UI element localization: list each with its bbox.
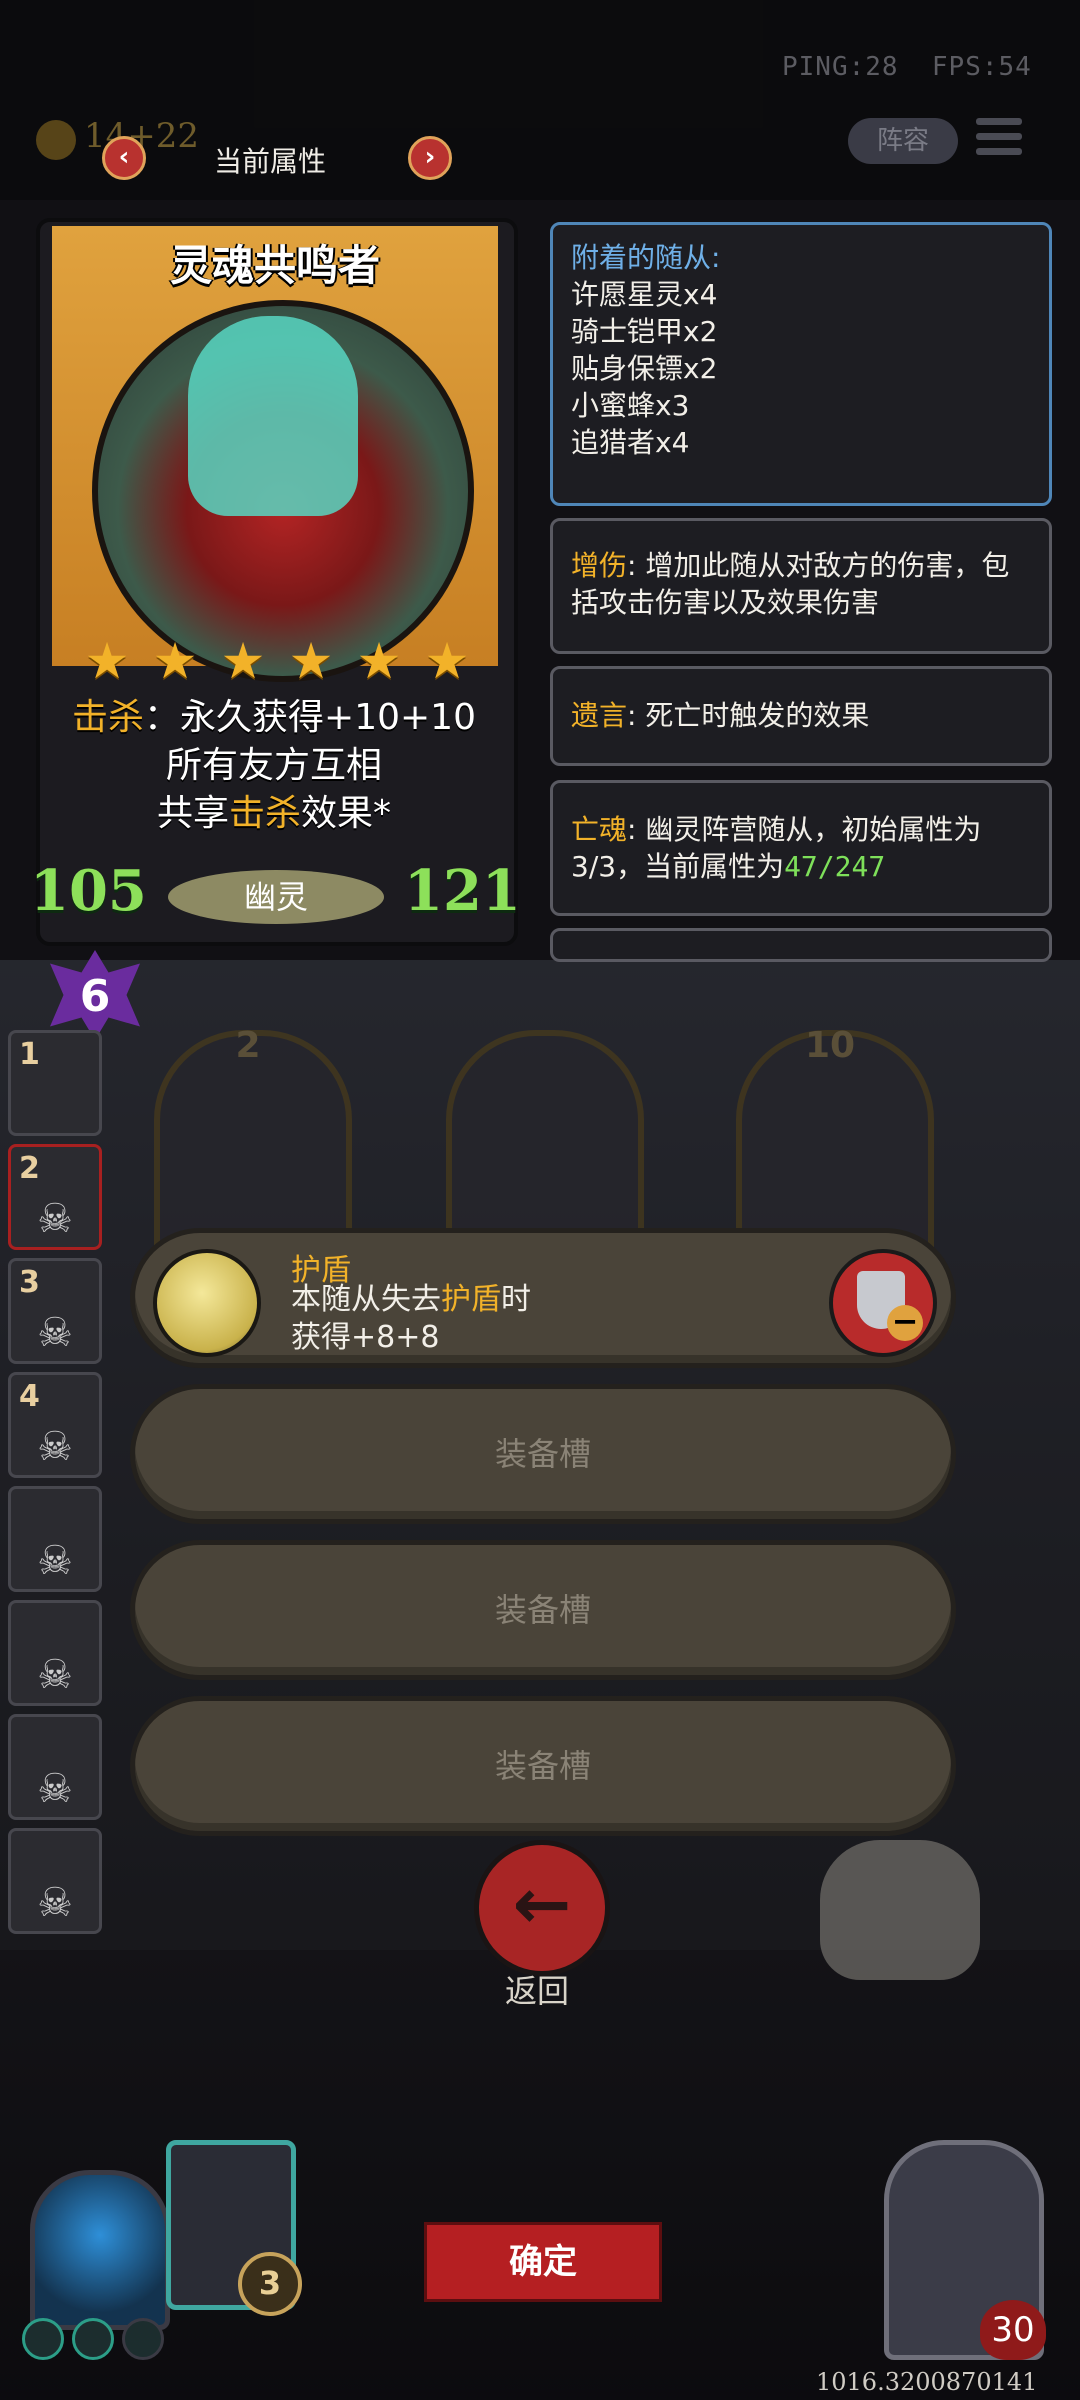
side-slot-3[interactable]: 3 ☠ bbox=[8, 1258, 102, 1364]
equipment-slot-empty-2[interactable]: 装备槽 bbox=[130, 1540, 956, 1680]
hamburger-menu-icon[interactable] bbox=[976, 118, 1022, 162]
hero-health-badge: 30 bbox=[980, 2300, 1046, 2360]
side-slot-1[interactable]: 1 bbox=[8, 1030, 102, 1136]
star-icon: ★ bbox=[220, 632, 266, 690]
debug-coordinates: 1016.3200870141 bbox=[816, 2368, 1038, 2396]
keyword-panel-damage-boost: 增伤: 增加此随从对敌方的伤害，包括攻击伤害以及效果伤害 bbox=[550, 518, 1052, 654]
back-label: 返回 bbox=[504, 1972, 569, 2010]
ghost-illustration bbox=[188, 316, 358, 516]
keyword-panel-deathrattle: 遗言: 死亡时触发的效果 bbox=[550, 666, 1052, 766]
side-slot-6[interactable]: ☠ bbox=[8, 1600, 102, 1706]
equipment-slot-shield[interactable]: 护盾 本随从失去护盾时 获得+8+8 − bbox=[130, 1228, 956, 1368]
attached-item: 骑士铠甲x2 bbox=[571, 315, 718, 348]
back-button[interactable]: ← bbox=[474, 1840, 610, 1976]
progress-dot bbox=[72, 2318, 114, 2360]
attack-value: 105 bbox=[30, 858, 147, 924]
side-slot-8[interactable]: ☠ bbox=[8, 1828, 102, 1934]
progress-dot bbox=[122, 2318, 164, 2360]
skull-icon: ☠ bbox=[37, 1766, 73, 1812]
gold-coin-icon bbox=[36, 120, 76, 160]
star-icon: ★ bbox=[152, 632, 198, 690]
star-rating: ★ ★ ★ ★ ★ ★ bbox=[82, 636, 472, 686]
coin-counter-badge: 3 bbox=[238, 2252, 302, 2316]
equipment-slot-empty-1[interactable]: 装备槽 bbox=[130, 1384, 956, 1524]
side-slot-5[interactable]: ☠ bbox=[8, 1486, 102, 1592]
star-icon: ★ bbox=[424, 632, 470, 690]
ping-readout: PING:28 FPS:54 bbox=[782, 52, 1032, 82]
card-ability-text: 击杀：永久获得+10+10 所有友方互相 共享击杀效果* bbox=[72, 697, 476, 834]
skull-icon: ☠ bbox=[37, 1880, 73, 1926]
skull-icon: ☠ bbox=[37, 1310, 73, 1356]
tribe-badge: 幽灵 bbox=[168, 870, 384, 924]
minus-icon: − bbox=[887, 1305, 923, 1341]
skull-icon: ☠ bbox=[37, 1652, 73, 1698]
minion-portrait bbox=[92, 300, 474, 682]
attached-item: 小蜜蜂x3 bbox=[571, 389, 690, 422]
unequip-shield-button[interactable]: − bbox=[829, 1249, 937, 1357]
equipment-slot-empty-3[interactable]: 装备槽 bbox=[130, 1696, 956, 1836]
side-slot-2[interactable]: 2 ☠ bbox=[8, 1144, 102, 1250]
star-icon: ★ bbox=[356, 632, 402, 690]
lineup-button[interactable]: 阵容 bbox=[848, 118, 958, 164]
keyword-panel-lost-soul: 亡魂: 幽灵阵营随从，初始属性为3/3，当前属性为47/247 bbox=[550, 780, 1052, 916]
next-arrow-button[interactable]: › bbox=[408, 136, 452, 180]
skull-icon: ☠ bbox=[37, 1424, 73, 1470]
current-stats-title: 当前属性 bbox=[214, 145, 327, 178]
skull-icon: ☠ bbox=[37, 1538, 73, 1584]
card-name: 灵魂共鸣者 bbox=[169, 241, 380, 290]
star-icon: ★ bbox=[84, 632, 130, 690]
prev-arrow-button[interactable]: ‹ bbox=[102, 136, 146, 180]
crystal-orb-portrait[interactable] bbox=[30, 2170, 170, 2330]
skull-icon: ☠ bbox=[37, 1196, 73, 1242]
side-slot-4[interactable]: 4 ☠ bbox=[8, 1372, 102, 1478]
moon-shield-icon bbox=[153, 1249, 261, 1357]
attached-item: 许愿星灵x4 bbox=[571, 278, 718, 311]
attached-item: 追猎者x4 bbox=[571, 426, 690, 459]
attached-item: 贴身保镖x2 bbox=[571, 352, 718, 385]
attached-title: 附着的随从: bbox=[571, 241, 721, 274]
equipment-description: 本随从失去护盾时 获得+8+8 bbox=[291, 1282, 531, 1355]
panel-partial bbox=[550, 928, 1052, 962]
star-icon: ★ bbox=[288, 632, 334, 690]
side-slot-7[interactable]: ☠ bbox=[8, 1714, 102, 1820]
confirm-button[interactable]: 确定 bbox=[424, 2222, 662, 2302]
left-arrow-icon: ← bbox=[512, 1863, 572, 1945]
progress-dot bbox=[22, 2318, 64, 2360]
attached-minions-panel: 附着的随从: 许愿星灵x4 骑士铠甲x2 贴身保镖x2 小蜜蜂x3 追猎者x4 bbox=[550, 222, 1052, 506]
health-value: 121 bbox=[404, 858, 521, 924]
